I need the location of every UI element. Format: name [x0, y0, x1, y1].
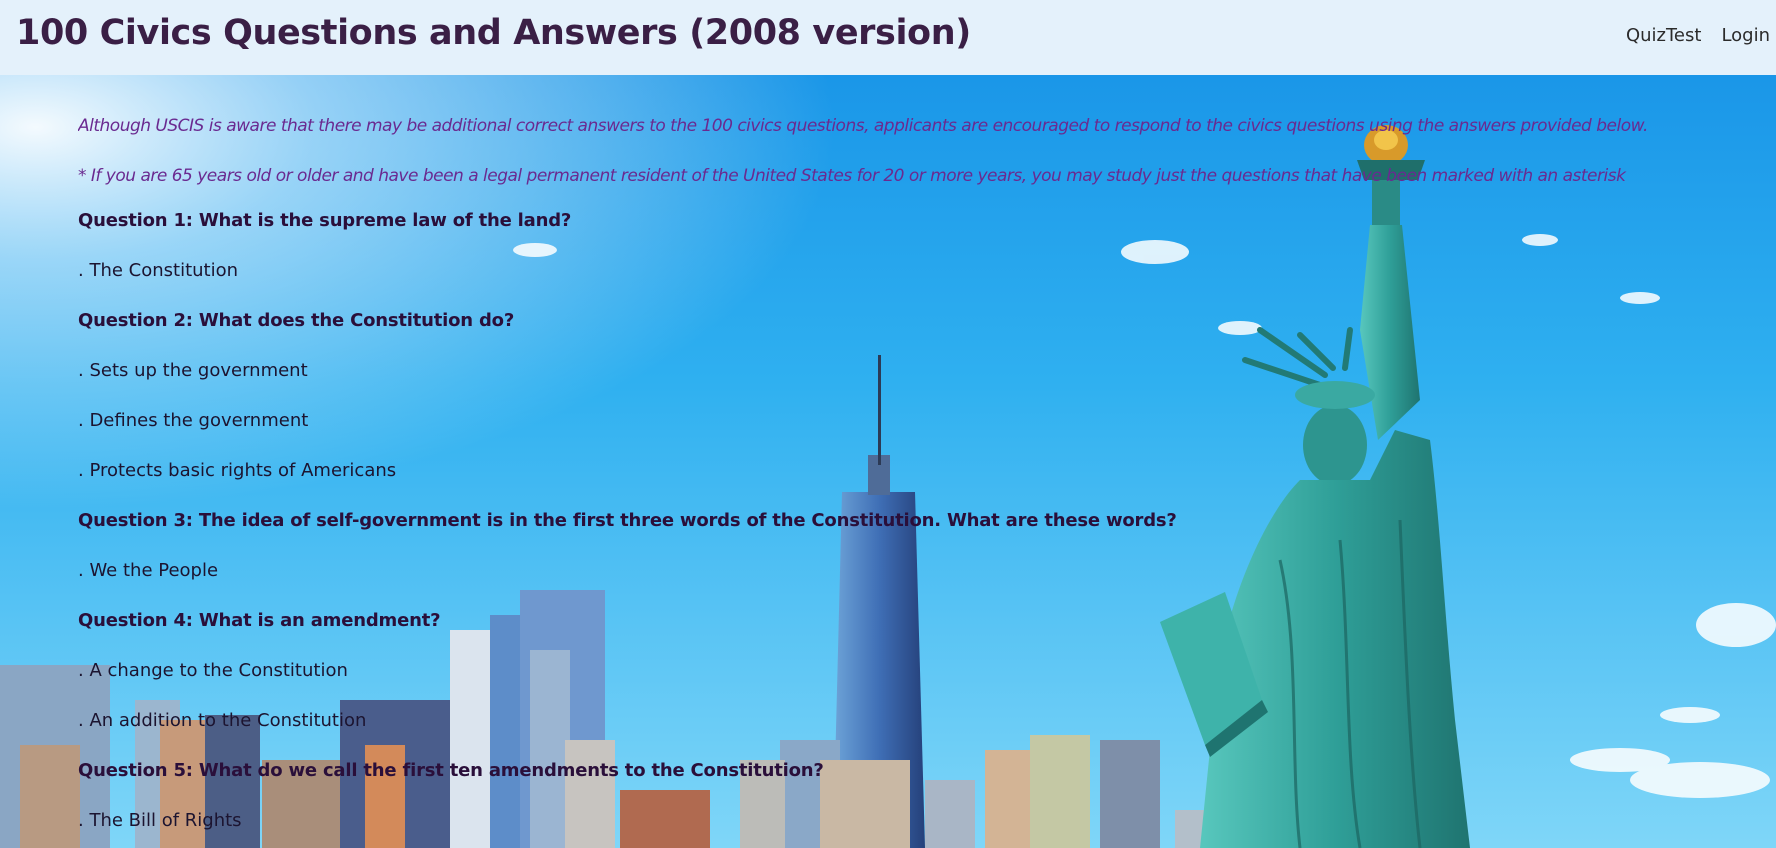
nav-links: QuizTest Login	[1626, 22, 1770, 50]
answer-item: . Protects basic rights of Americans	[78, 460, 397, 481]
answer-item: . The Constitution	[78, 260, 239, 281]
answer-item: . Sets up the government	[78, 360, 308, 381]
answer-item: . An addition to the Constitution	[78, 710, 367, 731]
answer-item: . Defines the government	[78, 410, 309, 431]
page-title[interactable]: 100 Civics Questions and Answers (2008 v…	[16, 9, 971, 57]
question-heading: Question 5: What do we call the first te…	[78, 760, 824, 781]
question-heading: Question 2: What does the Constitution d…	[78, 310, 515, 331]
answer-item: . A change to the Constitution	[78, 660, 348, 681]
main-content: Although USCIS is aware that there may b…	[78, 112, 1698, 848]
question-heading: Question 1: What is the supreme law of t…	[78, 210, 572, 231]
asterisk-note: * If you are 65 years old or older and h…	[78, 166, 1626, 186]
question-heading: Question 3: The idea of self-government …	[78, 510, 1177, 531]
intro-text: Although USCIS is aware that there may b…	[78, 116, 1648, 136]
qa-list: Question 1: What is the supreme law of t…	[78, 206, 1698, 836]
answer-item: . We the People	[78, 560, 219, 581]
top-navbar: 100 Civics Questions and Answers (2008 v…	[0, 0, 1776, 75]
nav-link-login[interactable]: Login	[1721, 22, 1770, 50]
answer-item: . The Bill of Rights	[78, 810, 242, 831]
nav-link-quiztest[interactable]: QuizTest	[1626, 22, 1701, 50]
question-heading: Question 4: What is an amendment?	[78, 610, 441, 631]
